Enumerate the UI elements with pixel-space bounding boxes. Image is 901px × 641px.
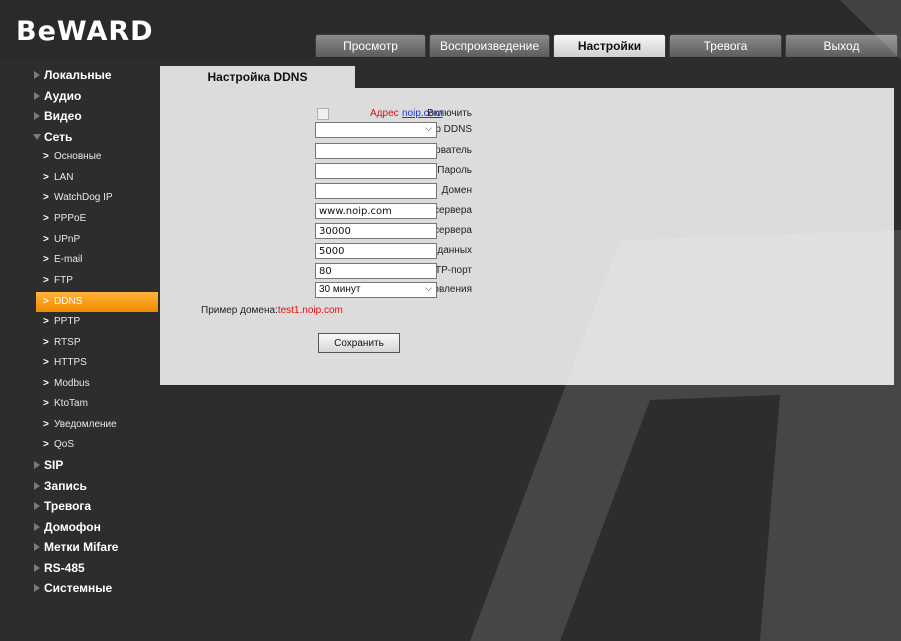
sidebar-item-basic[interactable]: > Основные [0, 147, 160, 167]
chevron-right-icon: > [43, 357, 49, 368]
chevron-right-icon: > [43, 419, 49, 430]
sidebar-item-ddns[interactable]: > DDNS [36, 292, 158, 312]
domain-input[interactable] [315, 183, 437, 199]
sidebar-item-network[interactable]: Сеть [0, 127, 160, 147]
sidebar-item-rtsp[interactable]: > RTSP [0, 333, 160, 353]
sidebar-item-pptp[interactable]: > PPTP [0, 312, 160, 332]
header: BeWARD Просмотр Воспроизведение Настройк… [0, 0, 901, 58]
sidebar: Локальные Аудио Видео Сеть > Основные > LA… [0, 64, 160, 641]
triangle-right-icon [34, 92, 40, 100]
save-button[interactable]: Сохранить [318, 333, 400, 353]
tab-alarm[interactable]: Тревога [669, 34, 782, 57]
password-input[interactable] [315, 163, 437, 179]
chevron-right-icon: > [43, 275, 49, 286]
chevron-right-icon: > [43, 254, 49, 265]
sidebar-item-mifare-tags[interactable]: Метки Mifare [0, 537, 160, 557]
ddns-server-select[interactable]: ⌵ [315, 122, 437, 138]
chevron-right-icon: > [43, 398, 49, 409]
domain-label: Домен [441, 185, 472, 196]
sidebar-item-ktotam[interactable]: > KtoTam [0, 394, 160, 414]
triangle-down-icon [33, 134, 41, 140]
sidebar-item-video[interactable]: Видео [0, 106, 160, 126]
sidebar-item-lan[interactable]: > LAN [0, 168, 160, 188]
data-port-input[interactable] [315, 243, 437, 259]
triangle-right-icon [34, 112, 40, 120]
sidebar-item-https[interactable]: > HTTPS [0, 353, 160, 373]
chevron-right-icon: > [43, 316, 49, 327]
tab-logout[interactable]: Выход [785, 34, 898, 57]
triangle-right-icon [34, 71, 40, 79]
sidebar-item-qos[interactable]: > QoS [0, 435, 160, 455]
enable-checkbox[interactable] [317, 108, 329, 120]
ddns-settings-tab[interactable]: Настройка DDNS [160, 66, 355, 88]
user-row: Пользователь [160, 143, 894, 161]
app-window: BeWARD Просмотр Воспроизведение Настройк… [0, 0, 901, 641]
tab-settings[interactable]: Настройки [553, 34, 666, 57]
address-label: Адрес [370, 108, 399, 119]
chevron-right-icon: > [43, 234, 49, 245]
sidebar-item-system[interactable]: Системные [0, 578, 160, 598]
sidebar-item-sip[interactable]: SIP [0, 455, 160, 475]
sidebar-item-intercom[interactable]: Домофон [0, 517, 160, 537]
triangle-right-icon [34, 523, 40, 531]
server-port-row: Порт сервера [160, 223, 894, 241]
server-address-input[interactable] [315, 203, 437, 219]
triangle-right-icon [34, 482, 40, 490]
triangle-right-icon [34, 461, 40, 469]
domain-row: Домен [160, 183, 894, 201]
sidebar-item-email[interactable]: > E-mail [0, 250, 160, 270]
password-row: Пароль [160, 163, 894, 181]
data-port-row: Порт данных [160, 243, 894, 261]
update-interval-row: Интервал обновления 30 минут⌵ [160, 282, 894, 300]
tab-view[interactable]: Просмотр [315, 34, 426, 57]
domain-example-value: test1.noip.com [277, 305, 343, 316]
chevron-right-icon: > [43, 213, 49, 224]
sidebar-item-rs485[interactable]: RS-485 [0, 558, 160, 578]
http-port-input[interactable] [315, 263, 437, 279]
sidebar-item-alarm[interactable]: Тревога [0, 496, 160, 516]
sidebar-item-notification[interactable]: > Уведомление [0, 415, 160, 435]
ddns-server-row: Сервер DDNS ⌵ [160, 122, 894, 140]
noip-link[interactable]: noip.com [402, 108, 443, 119]
sidebar-item-upnp[interactable]: > UPnP [0, 230, 160, 250]
chevron-right-icon: > [43, 439, 49, 450]
triangle-right-icon [34, 543, 40, 551]
ddns-settings-panel: Включить Адрес noip.com Сервер DDNS ⌵ По… [160, 88, 894, 385]
chevron-right-icon: > [43, 378, 49, 389]
chevron-down-icon: ⌵ [425, 283, 432, 293]
tab-playback[interactable]: Воспроизведение [429, 34, 550, 57]
chevron-right-icon: > [43, 192, 49, 203]
sidebar-item-watchdog-ip[interactable]: > WatchDog IP [0, 188, 160, 208]
sidebar-item-record[interactable]: Запись [0, 476, 160, 496]
sidebar-item-modbus[interactable]: > Modbus [0, 374, 160, 394]
sidebar-item-local[interactable]: Локальные [0, 65, 160, 85]
sidebar-item-pppoe[interactable]: > PPPoE [0, 209, 160, 229]
server-address-row: Адрес сервера [160, 203, 894, 221]
chevron-down-icon: ⌵ [425, 123, 432, 133]
chevron-right-icon: > [43, 337, 49, 348]
domain-example-label: Пример домена: [201, 305, 278, 316]
server-port-input[interactable] [315, 223, 437, 239]
update-interval-select[interactable]: 30 минут ⌵ [315, 282, 437, 298]
triangle-right-icon [34, 564, 40, 572]
update-interval-value: 30 минут [319, 284, 361, 295]
triangle-right-icon [34, 502, 40, 510]
user-input[interactable] [315, 143, 437, 159]
chevron-right-icon: > [43, 151, 49, 162]
password-label: Пароль [437, 165, 472, 176]
http-port-row: HTTP-порт [160, 263, 894, 281]
beward-logo: BeWARD [16, 16, 154, 47]
sidebar-item-audio[interactable]: Аудио [0, 86, 160, 106]
chevron-right-icon: > [43, 296, 49, 307]
domain-example: Пример домена:test1.noip.com [201, 305, 343, 316]
chevron-right-icon: > [43, 172, 49, 183]
triangle-right-icon [34, 584, 40, 592]
sidebar-item-ftp[interactable]: > FTP [0, 271, 160, 291]
